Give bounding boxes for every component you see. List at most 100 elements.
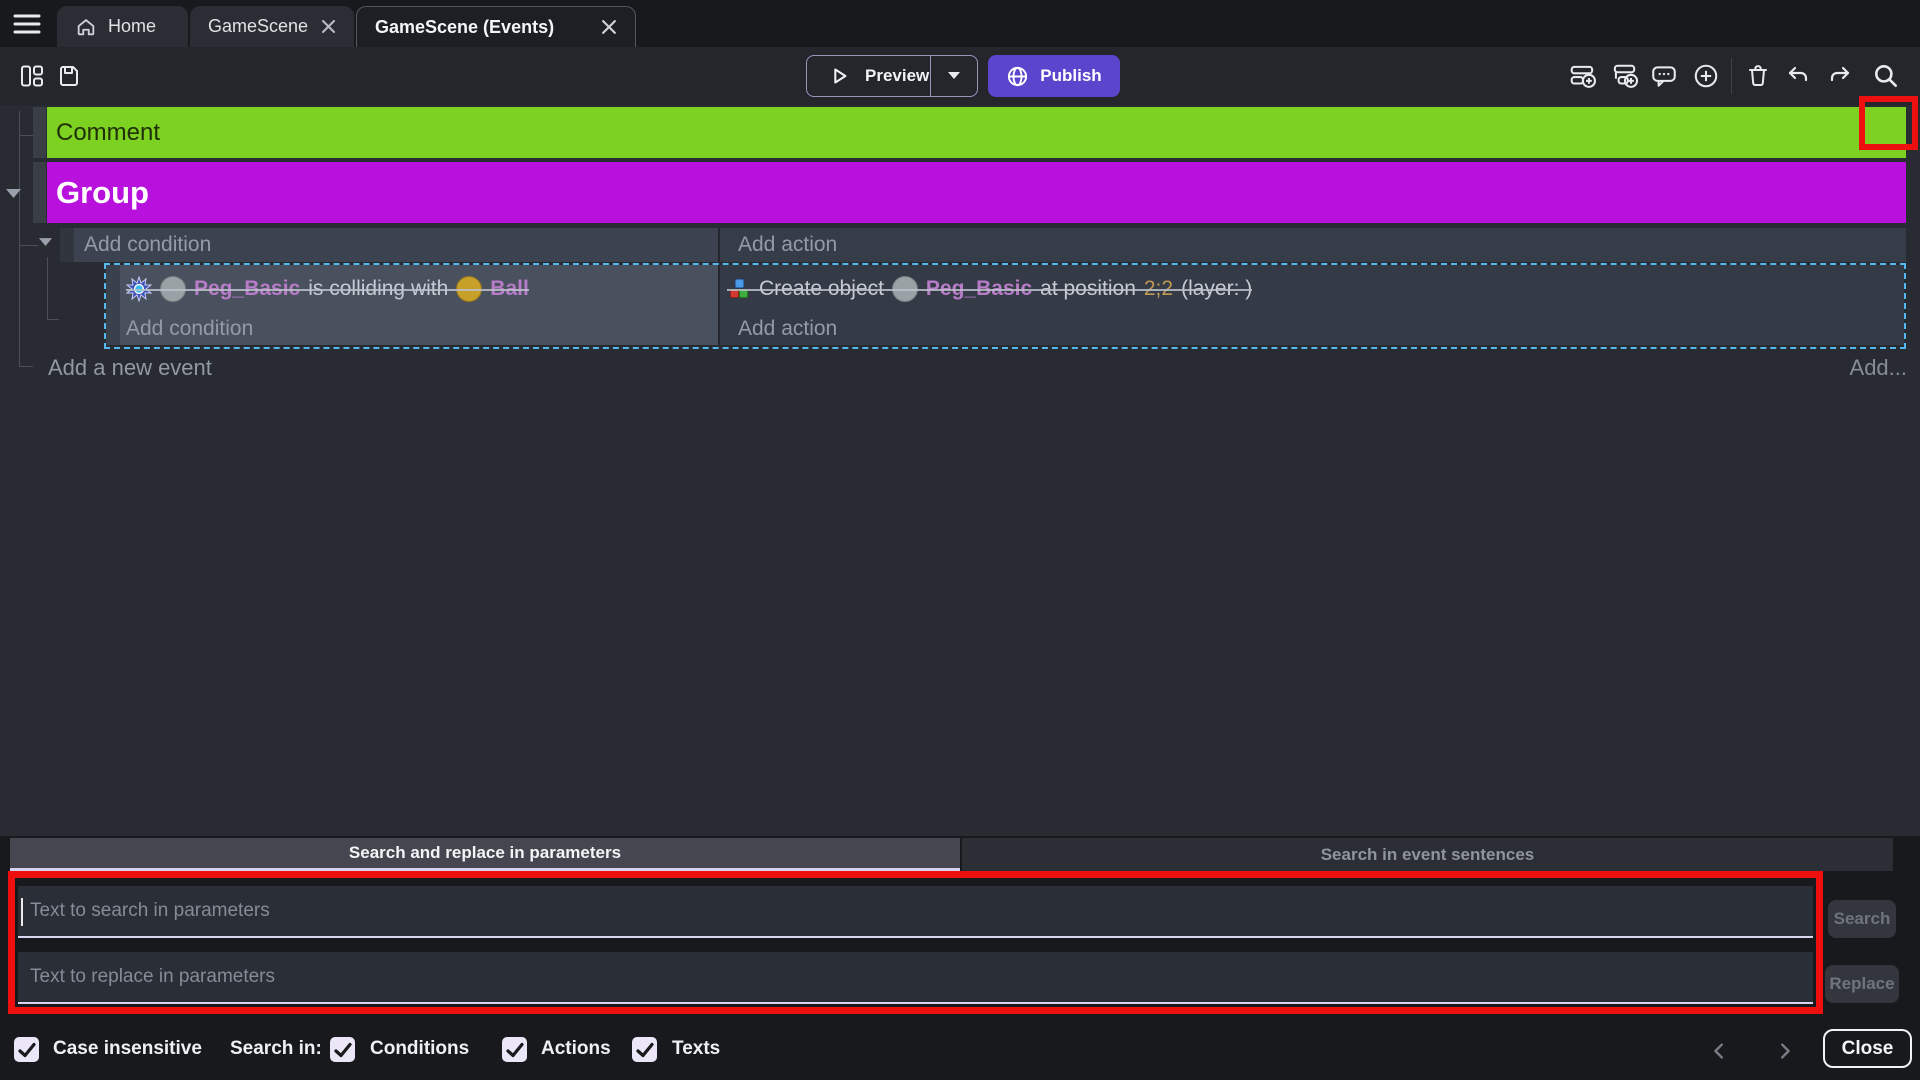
hamburger-menu-icon[interactable]: [13, 13, 41, 35]
tab-bar: Home GameScene GameScene (Events): [0, 0, 1920, 47]
add-new-event-link[interactable]: Add a new event: [48, 355, 212, 381]
label-actions[interactable]: Actions: [541, 1036, 611, 1062]
tree-line: [47, 257, 48, 319]
action-verb: Create object: [759, 277, 884, 301]
drag-handle[interactable]: [106, 313, 120, 345]
checkbox-case-insensitive[interactable]: [14, 1037, 39, 1062]
object-thumbnail-peg: [160, 276, 186, 302]
collapse-arrow-group[interactable]: [6, 189, 21, 199]
trash-icon[interactable]: [1744, 62, 1772, 90]
add-event-icon[interactable]: [1569, 62, 1597, 90]
conditions-column: Peg_Basic is colliding with Ball: [120, 265, 720, 313]
action-object: Peg_Basic: [926, 277, 1032, 301]
group-label: Group: [56, 175, 149, 211]
tree-line: [19, 366, 33, 367]
drag-handle[interactable]: [33, 162, 46, 223]
add-comment-icon[interactable]: [1650, 62, 1678, 90]
preview-button[interactable]: Preview: [806, 55, 978, 97]
object-thumbnail-ball: [456, 276, 482, 302]
label-texts[interactable]: Texts: [672, 1036, 720, 1062]
comment-text: Comment: [56, 119, 160, 147]
actions-column: Create object Peg_Basic at position 2;2 …: [720, 265, 1904, 313]
home-icon: [75, 16, 97, 38]
undo-icon[interactable]: [1785, 62, 1813, 90]
publish-label: Publish: [1040, 66, 1101, 86]
checkbox-actions[interactable]: [502, 1037, 527, 1062]
tab-gamescene-events[interactable]: GameScene (Events): [356, 6, 636, 47]
add-condition-link[interactable]: Add condition: [126, 317, 253, 341]
add-circle-icon[interactable]: [1692, 62, 1720, 90]
add-condition-link[interactable]: Add condition: [84, 233, 211, 257]
actions-column: Add action: [720, 313, 1904, 345]
tab-gamescene-label: GameScene: [208, 16, 308, 37]
selected-sub-event[interactable]: Peg_Basic is colliding with Ball C: [104, 263, 1906, 349]
publish-button[interactable]: Publish: [988, 55, 1120, 97]
redo-icon[interactable]: [1825, 62, 1853, 90]
tab-gamescene-events-label: GameScene (Events): [375, 17, 554, 38]
preview-dropdown-button[interactable]: [931, 56, 977, 96]
label-conditions[interactable]: Conditions: [370, 1036, 469, 1062]
checkbox-conditions[interactable]: [330, 1037, 355, 1062]
actions-column: Add action: [720, 228, 1906, 262]
tree-line: [20, 245, 38, 246]
condition-object-2: Ball: [490, 277, 529, 301]
play-icon: [827, 64, 851, 88]
close-icon[interactable]: [321, 19, 336, 34]
preview-label: Preview: [865, 66, 929, 86]
comment-event[interactable]: Comment: [47, 107, 1906, 158]
preview-button-main[interactable]: Preview: [807, 56, 930, 96]
search-icon[interactable]: [1872, 62, 1900, 90]
globe-icon: [1006, 65, 1029, 88]
close-button[interactable]: Close: [1823, 1029, 1912, 1068]
replace-input[interactable]: [18, 952, 1813, 1004]
add-action-link[interactable]: Add action: [738, 233, 837, 257]
tab-search-event-sentences[interactable]: Search in event sentences: [962, 838, 1893, 871]
checkbox-texts[interactable]: [632, 1037, 657, 1062]
drag-handle[interactable]: [106, 265, 120, 313]
action-text: at position: [1040, 277, 1136, 301]
tree-line: [20, 135, 33, 136]
tab-home[interactable]: Home: [57, 6, 188, 47]
tab-gamescene[interactable]: GameScene: [190, 6, 354, 47]
condition-sentence[interactable]: Peg_Basic is colliding with Ball: [126, 276, 529, 302]
collapse-arrow-event[interactable]: [39, 238, 52, 247]
tab-label: Search and replace in parameters: [349, 843, 621, 863]
label-search-in: Search in:: [230, 1036, 322, 1062]
previous-result-button[interactable]: [1709, 1040, 1731, 1062]
action-layer-text: (layer: ): [1181, 277, 1252, 301]
drag-handle[interactable]: [33, 107, 46, 158]
standard-event: Add condition Add action: [74, 228, 1906, 262]
collision-icon: [126, 276, 152, 302]
tree-line: [19, 111, 20, 366]
create-object-icon: [727, 277, 751, 301]
condition-object-1: Peg_Basic: [194, 277, 300, 301]
group-event[interactable]: Group: [47, 162, 1906, 223]
search-input[interactable]: [18, 886, 1813, 938]
drag-handle[interactable]: [60, 228, 74, 262]
action-sentence[interactable]: Create object Peg_Basic at position 2;2 …: [727, 276, 1252, 302]
condition-text: is colliding with: [308, 277, 448, 301]
toolbar-divider: [1731, 58, 1732, 94]
action-coordinates: 2;2: [1144, 277, 1173, 301]
replace-button[interactable]: Replace: [1825, 965, 1899, 1003]
conditions-column: Add condition: [74, 228, 720, 262]
toolbar: Preview Publish: [0, 47, 1920, 105]
tree-line: [47, 319, 59, 320]
conditions-column: Add condition: [120, 313, 720, 345]
object-thumbnail-peg: [892, 276, 918, 302]
save-icon[interactable]: [55, 62, 83, 90]
add-action-link[interactable]: Add action: [738, 317, 837, 341]
close-icon[interactable]: [601, 19, 617, 35]
label-case-insensitive[interactable]: Case insensitive: [53, 1036, 202, 1062]
tab-home-label: Home: [108, 16, 156, 37]
tab-label: Search in event sentences: [1321, 845, 1535, 865]
add-subevent-icon[interactable]: [1610, 62, 1638, 90]
add-more-link[interactable]: Add...: [1850, 355, 1907, 381]
text-caret: [21, 898, 23, 926]
panels-icon[interactable]: [18, 62, 46, 90]
tab-search-replace-parameters[interactable]: Search and replace in parameters: [10, 838, 960, 871]
chevron-down-icon: [948, 72, 960, 80]
search-button[interactable]: Search: [1828, 900, 1896, 938]
events-sheet: Comment Group Add condition Add action: [0, 105, 1920, 836]
next-result-button[interactable]: [1773, 1040, 1795, 1062]
